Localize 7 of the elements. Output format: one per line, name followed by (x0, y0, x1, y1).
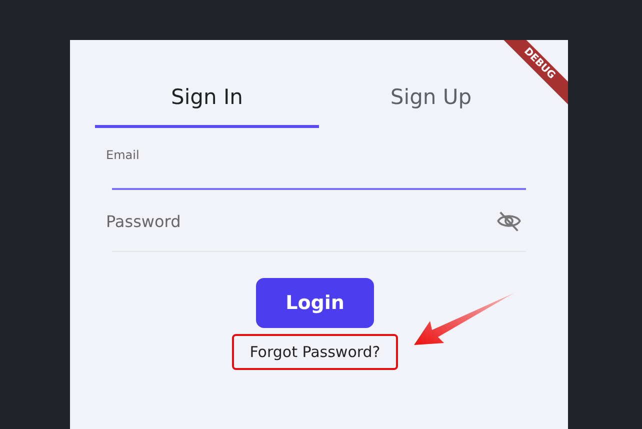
tab[interactable]: Sign Up (319, 78, 543, 128)
tab[interactable]: Sign In (95, 78, 319, 128)
email-field[interactable]: Email (106, 128, 526, 190)
field-label: Email (106, 148, 140, 162)
login-button[interactable]: Login (256, 278, 374, 328)
password-field[interactable]: Password (106, 208, 496, 234)
forgot-password-link[interactable]: Forgot Password? (232, 334, 398, 370)
